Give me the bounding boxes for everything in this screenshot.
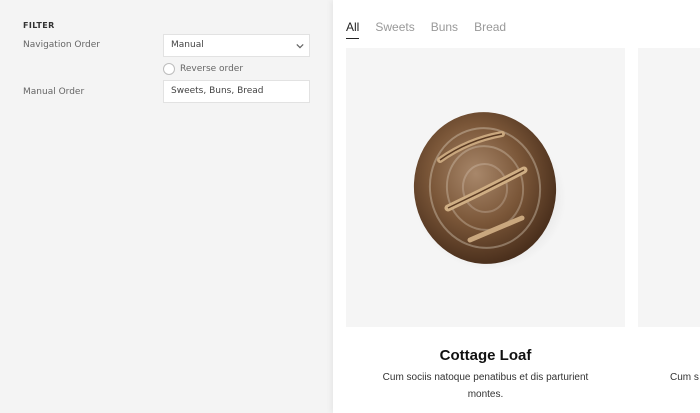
product-description: Cum s bbox=[670, 372, 699, 383]
product-image-frame[interactable] bbox=[638, 48, 700, 327]
settings-panel: FILTER Navigation Order Manual Reverse o… bbox=[0, 0, 333, 413]
category-tabs: All Sweets Buns Bread bbox=[346, 20, 522, 39]
reverse-order-radio[interactable] bbox=[163, 63, 175, 75]
reverse-order-label: Reverse order bbox=[180, 64, 244, 74]
product-card[interactable]: Cottage Loaf Cum sociis natoque penatibu… bbox=[346, 48, 625, 413]
manual-order-input[interactable]: Sweets, Buns, Bread bbox=[163, 80, 310, 103]
reverse-order-option[interactable]: Reverse order bbox=[163, 62, 243, 76]
chevron-down-icon bbox=[296, 43, 304, 49]
product-card[interactable]: Cum s bbox=[638, 48, 700, 413]
product-title[interactable]: Cottage Loaf bbox=[346, 347, 625, 364]
bread-loaf-image bbox=[413, 112, 566, 270]
preview-pane: All Sweets Buns Bread Cottage Loaf Cum s… bbox=[333, 0, 700, 413]
tab-all[interactable]: All bbox=[346, 20, 360, 39]
tab-sweets[interactable]: Sweets bbox=[375, 20, 414, 39]
product-description: Cum sociis natoque penatibus et dis part… bbox=[382, 372, 589, 400]
tab-bread[interactable]: Bread bbox=[474, 20, 506, 39]
product-image-frame[interactable] bbox=[346, 48, 625, 327]
navigation-order-label: Navigation Order bbox=[23, 40, 100, 50]
navigation-order-select[interactable]: Manual bbox=[163, 34, 310, 57]
manual-order-label: Manual Order bbox=[23, 87, 85, 97]
navigation-order-value: Manual bbox=[171, 40, 204, 50]
filter-section-title: FILTER bbox=[23, 21, 55, 30]
tab-buns[interactable]: Buns bbox=[431, 20, 458, 39]
